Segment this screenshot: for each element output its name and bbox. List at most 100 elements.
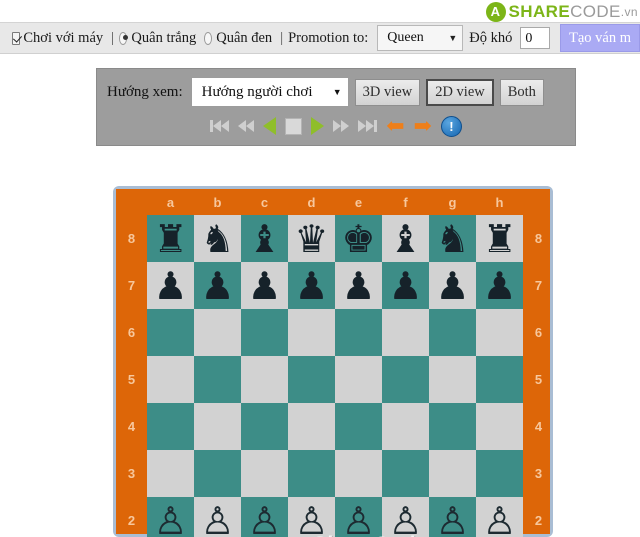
piece-f2[interactable]: ♙ [388, 502, 422, 537]
difficulty-input[interactable]: 0 [520, 27, 551, 49]
square-b6[interactable] [194, 309, 241, 356]
square-f2[interactable]: ♙ [382, 497, 429, 537]
piece-f7[interactable]: ♟ [388, 267, 422, 305]
piece-e8[interactable]: ♚ [341, 220, 375, 258]
square-b4[interactable] [194, 403, 241, 450]
view-direction-select[interactable]: Hướng người chơi ▼ [190, 77, 349, 107]
square-h2[interactable]: ♙ [476, 497, 523, 537]
piece-c7[interactable]: ♟ [247, 267, 281, 305]
square-d7[interactable]: ♟ [288, 262, 335, 309]
piece-b8[interactable]: ♞ [200, 220, 234, 258]
square-h7[interactable]: ♟ [476, 262, 523, 309]
last-move-button[interactable] [358, 120, 378, 132]
square-c4[interactable] [241, 403, 288, 450]
square-g7[interactable]: ♟ [429, 262, 476, 309]
piece-d2[interactable]: ♙ [294, 502, 328, 537]
square-b8[interactable]: ♞ [194, 215, 241, 262]
square-h4[interactable] [476, 403, 523, 450]
piece-h8[interactable]: ♜ [482, 220, 516, 258]
play-vs-computer-checkbox[interactable] [12, 31, 21, 45]
square-h8[interactable]: ♜ [476, 215, 523, 262]
piece-a2[interactable]: ♙ [153, 502, 187, 537]
square-d3[interactable] [288, 450, 335, 497]
square-g3[interactable] [429, 450, 476, 497]
square-g4[interactable] [429, 403, 476, 450]
square-e7[interactable]: ♟ [335, 262, 382, 309]
square-a2[interactable]: ♙ [147, 497, 194, 537]
piece-g7[interactable]: ♟ [435, 267, 469, 305]
square-b5[interactable] [194, 356, 241, 403]
square-e8[interactable]: ♚ [335, 215, 382, 262]
square-c5[interactable] [241, 356, 288, 403]
piece-a7[interactable]: ♟ [153, 267, 187, 305]
piece-d8[interactable]: ♛ [294, 220, 328, 258]
square-f6[interactable] [382, 309, 429, 356]
redo-arrow-button[interactable]: ➡ [414, 115, 432, 137]
square-a8[interactable]: ♜ [147, 215, 194, 262]
create-new-game-button[interactable]: Tạo ván m [560, 24, 640, 52]
square-g2[interactable]: ♙ [429, 497, 476, 537]
piece-c2[interactable]: ♙ [247, 502, 281, 537]
piece-b2[interactable]: ♙ [200, 502, 234, 537]
promotion-select[interactable]: Queen ▼ [377, 25, 464, 51]
square-e6[interactable] [335, 309, 382, 356]
square-d6[interactable] [288, 309, 335, 356]
chessboard-squares[interactable]: ♜♞♝♛♚♝♞♜♟♟♟♟♟♟♟♟♙♙♙♙♙♙♙♙♖♘♗♕♔♗♘♖ [147, 215, 523, 537]
square-a7[interactable]: ♟ [147, 262, 194, 309]
piece-h7[interactable]: ♟ [482, 267, 516, 305]
square-e2[interactable]: ♙ [335, 497, 382, 537]
view-3d-button[interactable]: 3D view [354, 78, 421, 106]
square-c8[interactable]: ♝ [241, 215, 288, 262]
square-d8[interactable]: ♛ [288, 215, 335, 262]
square-e3[interactable] [335, 450, 382, 497]
square-f7[interactable]: ♟ [382, 262, 429, 309]
square-b2[interactable]: ♙ [194, 497, 241, 537]
undo-arrow-button[interactable]: ⬅ [386, 115, 404, 137]
piece-h2[interactable]: ♙ [482, 502, 516, 537]
square-c6[interactable] [241, 309, 288, 356]
square-f5[interactable] [382, 356, 429, 403]
square-d4[interactable] [288, 403, 335, 450]
square-g8[interactable]: ♞ [429, 215, 476, 262]
info-button[interactable]: ! [440, 115, 462, 137]
stop-button[interactable] [285, 117, 303, 135]
square-d5[interactable] [288, 356, 335, 403]
black-pieces-radio[interactable] [203, 31, 213, 45]
piece-c8[interactable]: ♝ [247, 220, 281, 258]
square-e5[interactable] [335, 356, 382, 403]
piece-g8[interactable]: ♞ [435, 220, 469, 258]
piece-d7[interactable]: ♟ [294, 267, 328, 305]
square-h6[interactable] [476, 309, 523, 356]
square-h5[interactable] [476, 356, 523, 403]
square-g5[interactable] [429, 356, 476, 403]
first-move-button[interactable] [210, 120, 230, 132]
square-c3[interactable] [241, 450, 288, 497]
previous-move-button[interactable] [263, 117, 277, 135]
square-e4[interactable] [335, 403, 382, 450]
view-2d-button[interactable]: 2D view [426, 78, 494, 106]
square-a4[interactable] [147, 403, 194, 450]
square-h3[interactable] [476, 450, 523, 497]
square-g6[interactable] [429, 309, 476, 356]
play-button[interactable] [311, 117, 325, 135]
square-a6[interactable] [147, 309, 194, 356]
square-c2[interactable]: ♙ [241, 497, 288, 537]
square-f3[interactable] [382, 450, 429, 497]
square-b3[interactable] [194, 450, 241, 497]
square-f4[interactable] [382, 403, 429, 450]
piece-b7[interactable]: ♟ [200, 267, 234, 305]
square-a3[interactable] [147, 450, 194, 497]
white-pieces-radio[interactable] [119, 31, 128, 45]
fast-forward-button[interactable] [333, 120, 350, 132]
view-both-button[interactable]: Both [499, 78, 544, 106]
piece-e2[interactable]: ♙ [341, 502, 375, 537]
square-c7[interactable]: ♟ [241, 262, 288, 309]
square-b7[interactable]: ♟ [194, 262, 241, 309]
piece-e7[interactable]: ♟ [341, 267, 375, 305]
piece-a8[interactable]: ♜ [153, 220, 187, 258]
square-a5[interactable] [147, 356, 194, 403]
rewind-button[interactable] [238, 120, 255, 132]
piece-g2[interactable]: ♙ [435, 502, 469, 537]
square-f8[interactable]: ♝ [382, 215, 429, 262]
square-d2[interactable]: ♙ [288, 497, 335, 537]
